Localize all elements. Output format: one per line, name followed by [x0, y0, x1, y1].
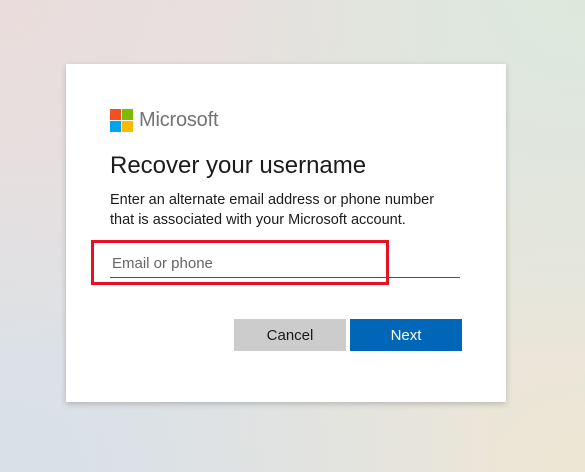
logo-square-yellow [122, 121, 133, 132]
brand-name: Microsoft [139, 109, 219, 131]
email-field-container [110, 250, 460, 280]
page-title: Recover your username [110, 152, 367, 179]
recover-username-dialog: Microsoft Recover your username Enter an… [66, 64, 506, 402]
next-button[interactable]: Next [350, 319, 462, 351]
logo-square-red [110, 109, 121, 120]
page-description: Enter an alternate email address or phon… [110, 192, 435, 228]
cancel-button[interactable]: Cancel [234, 319, 346, 351]
logo-square-green [122, 109, 133, 120]
logo-square-blue [110, 121, 121, 132]
email-or-phone-input[interactable] [110, 250, 460, 278]
microsoft-logo-icon [110, 109, 133, 132]
microsoft-logo: Microsoft [110, 109, 219, 132]
